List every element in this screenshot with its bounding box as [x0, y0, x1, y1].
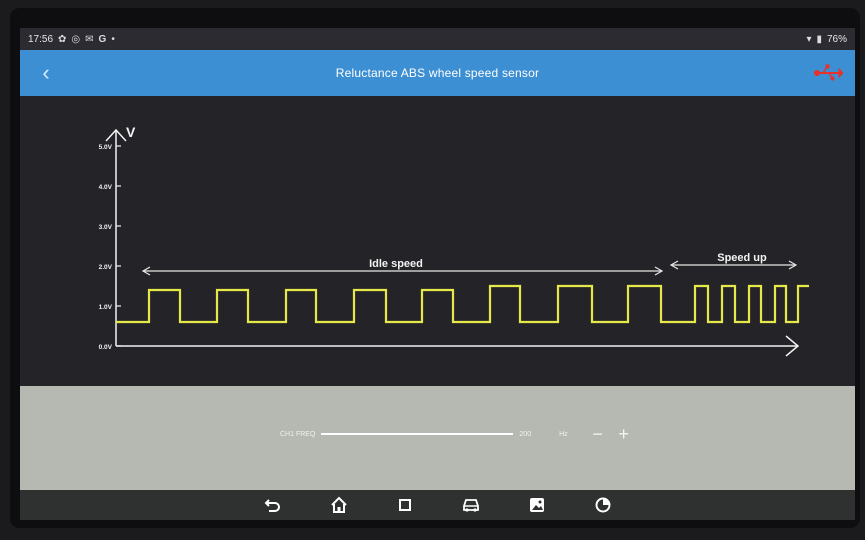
navigation-bar: [20, 490, 855, 520]
browser-icon: [595, 497, 610, 513]
y-tick-label: 5.0V: [99, 144, 113, 151]
back-arrow-icon: [264, 499, 280, 512]
freq-label: CH1 FREQ: [280, 430, 316, 438]
nav-back-button[interactable]: [259, 494, 287, 516]
recent-apps-icon: [398, 499, 411, 511]
y-tick-label: 0.0V: [99, 344, 113, 351]
nav-recent-apps-button[interactable]: [391, 494, 419, 516]
page-title: Reluctance ABS wheel speed sensor: [335, 66, 540, 80]
usb-connection-button[interactable]: [813, 63, 844, 83]
y-ticks: 0.0V 1.0V 2.0V 3.0V 4.0V 5.0V: [99, 144, 121, 351]
y-tick-label: 4.0V: [99, 184, 113, 191]
annotation-speed-up-label: Speed up: [717, 252, 767, 264]
home-icon: [330, 496, 347, 513]
y-axis: [105, 128, 127, 346]
freq-slider[interactable]: [321, 433, 514, 435]
frequency-control: CH1 FREQ 200 Hz − +: [280, 425, 634, 443]
y-tick-label: 2.0V: [99, 264, 113, 271]
x-axis: [116, 335, 800, 357]
waveform-chart: V 0.0V 1.0V 2.0V 3.0V 4.0V 5.0V Idle speed Sp…: [99, 124, 809, 357]
usb-icon: [814, 64, 844, 81]
target-icon: ◎: [71, 33, 81, 45]
waveform-plot: V 0.0V 1.0V 2.0V 3.0V 4.0V 5.0V Idle speed Sp…: [20, 96, 855, 386]
status-time: 17:56: [28, 33, 54, 45]
increase-button[interactable]: +: [614, 425, 634, 443]
status-bar: 17:56 ✿ ◎ ✉ G • ▾ ▮ 76%: [20, 28, 855, 50]
y-tick-label: 1.0V: [99, 304, 113, 311]
settings-icon: ✿: [58, 33, 67, 45]
nav-browser-button[interactable]: [589, 494, 617, 516]
nav-home-button[interactable]: [325, 494, 353, 516]
app-header: ‹ Reluctance ABS wheel speed sensor: [20, 50, 855, 96]
back-button[interactable]: ‹: [34, 60, 58, 86]
waveform-trace: [116, 284, 809, 324]
gallery-icon: [529, 498, 544, 512]
google-icon: G: [98, 33, 107, 45]
device-screen: 17:56 ✿ ◎ ✉ G • ▾ ▮ 76% ‹ Reluctance ABS…: [20, 28, 855, 520]
status-right: ▾ ▮ 76%: [806, 34, 847, 45]
battery-percent: 76%: [826, 33, 847, 45]
control-panel: CH1 FREQ 200 Hz − +: [20, 386, 855, 490]
freq-slider-fill: [321, 433, 514, 435]
car-icon: [462, 499, 479, 512]
dot-icon: •: [111, 33, 115, 45]
decrease-button[interactable]: −: [588, 425, 608, 443]
y-tick-label: 3.0V: [99, 224, 113, 231]
mail-icon: ✉: [85, 33, 94, 45]
annotation-idle-speed: Idle speed: [141, 258, 664, 276]
wifi-icon: ▾: [806, 33, 812, 45]
annotation-speed-up: Speed up: [669, 252, 798, 270]
y-axis-label: V: [126, 124, 136, 140]
annotation-idle-speed-label: Idle speed: [369, 258, 423, 270]
nav-car-button[interactable]: [457, 494, 485, 516]
freq-value: 200: [519, 430, 532, 438]
battery-icon: ▮: [816, 33, 822, 45]
nav-gallery-button[interactable]: [523, 494, 551, 516]
chevron-left-icon: ‹: [42, 60, 50, 85]
freq-unit: Hz: [559, 430, 568, 438]
status-left: 17:56 ✿ ◎ ✉ G •: [28, 34, 115, 45]
